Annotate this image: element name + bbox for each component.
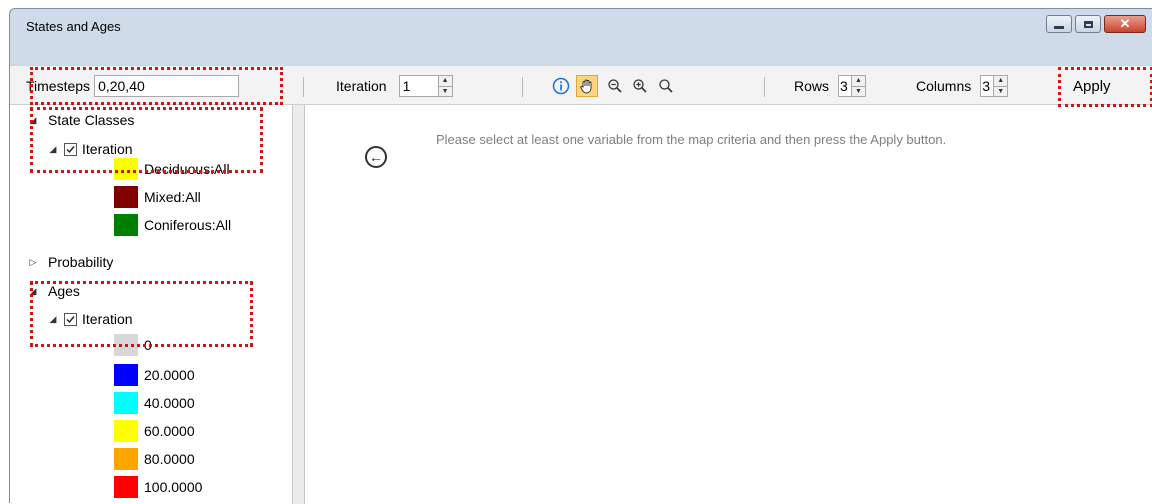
- rows-spinner[interactable]: ▲ ▼: [852, 75, 867, 97]
- window-controls: ✕: [1046, 15, 1146, 33]
- color-swatch: [114, 186, 138, 208]
- color-swatch: [114, 334, 138, 356]
- spin-down-icon[interactable]: ▼: [439, 87, 452, 97]
- tree-node-label: Probability: [48, 254, 114, 270]
- checkbox-checked-icon[interactable]: [64, 142, 77, 156]
- legend-label: Deciduous:All: [144, 161, 230, 177]
- tree-node-state-iteration[interactable]: ◢ Iteration: [46, 138, 133, 160]
- rows-input[interactable]: [838, 75, 853, 97]
- color-swatch: [114, 158, 138, 180]
- tree-node-state-classes[interactable]: ◢ State Classes: [26, 109, 135, 131]
- iteration-label: Iteration: [336, 78, 387, 94]
- tree-node-label: State Classes: [48, 112, 135, 128]
- color-swatch: [114, 476, 138, 498]
- back-arrow-icon: ←: [365, 146, 387, 168]
- tree-node-ages-iteration[interactable]: ◢ Iteration: [46, 308, 133, 330]
- tree-node-label: Iteration: [82, 311, 133, 327]
- legend-label: 40.0000: [144, 395, 195, 411]
- minimize-icon: [1047, 16, 1071, 32]
- window-title: States and Ages: [26, 19, 121, 34]
- tree-node-probability[interactable]: ▷ Probability: [26, 251, 114, 273]
- columns-group: Columns ▲▼: [916, 66, 1009, 106]
- spin-up-icon[interactable]: ▲: [852, 76, 866, 87]
- legend-item: Coniferous:All: [114, 214, 231, 236]
- spin-down-icon[interactable]: ▼: [852, 87, 865, 97]
- color-swatch: [114, 364, 138, 386]
- spin-down-icon[interactable]: ▼: [994, 87, 1007, 97]
- timesteps-input[interactable]: [94, 75, 240, 97]
- map-display-area: ← Please select at least one variable fr…: [305, 105, 1152, 504]
- apply-label: Apply: [1073, 77, 1111, 95]
- expanded-triangle-icon[interactable]: ◢: [26, 115, 40, 126]
- legend-label: 60.0000: [144, 423, 195, 439]
- columns-label: Columns: [916, 78, 972, 94]
- legend-label: Coniferous:All: [144, 217, 232, 233]
- toolbar-separator: [522, 77, 523, 97]
- zoom-out-icon[interactable]: [604, 75, 626, 97]
- legend-item: 40.0000: [114, 392, 195, 414]
- toolbar-separator: [764, 77, 765, 97]
- expanded-triangle-icon[interactable]: ◢: [46, 314, 60, 325]
- states-and-ages-window: States and Ages ✕ Timesteps Iteration ▲▼: [9, 8, 1152, 504]
- empty-state-message: Please select at least one variable from…: [436, 132, 947, 147]
- spin-up-icon[interactable]: ▲: [438, 76, 452, 87]
- iteration-group: Iteration ▲▼: [336, 66, 453, 106]
- close-button[interactable]: ✕: [1104, 15, 1146, 33]
- iteration-spinner[interactable]: ▲ ▼: [438, 75, 453, 97]
- tree-node-label: Ages: [48, 283, 80, 299]
- info-icon[interactable]: [550, 75, 572, 97]
- rows-label: Rows: [794, 78, 830, 94]
- map-criteria-tree: ◢ State Classes ◢ Iteration Deciduous:Al…: [10, 105, 293, 504]
- checkbox-checked-icon[interactable]: [64, 312, 77, 326]
- legend-item: Deciduous:All: [114, 158, 230, 180]
- zoom-extent-icon[interactable]: [655, 75, 677, 97]
- toolbar-separator: [303, 77, 304, 97]
- legend-label: 0: [144, 337, 152, 353]
- legend-label: 20.0000: [144, 367, 195, 383]
- legend-item: 100.0000: [114, 476, 202, 498]
- columns-spinner[interactable]: ▲ ▼: [994, 75, 1009, 97]
- apply-button[interactable]: Apply: [1073, 66, 1111, 106]
- tree-node-ages[interactable]: ◢ Ages: [26, 280, 80, 302]
- spin-up-icon[interactable]: ▲: [994, 76, 1008, 87]
- color-swatch: [114, 420, 138, 442]
- maximize-icon: [1076, 16, 1100, 32]
- zoom-in-icon[interactable]: [629, 75, 651, 97]
- legend-label: 80.0000: [144, 451, 195, 467]
- columns-input[interactable]: [980, 75, 995, 97]
- color-swatch: [114, 214, 138, 236]
- iteration-input[interactable]: [398, 75, 439, 97]
- timesteps-group: Timesteps: [26, 66, 240, 106]
- pan-hand-icon[interactable]: [576, 75, 598, 97]
- minimize-button[interactable]: [1046, 15, 1072, 33]
- legend-label: 100.0000: [144, 479, 203, 495]
- color-swatch: [114, 448, 138, 470]
- legend-item: 80.0000: [114, 448, 195, 470]
- expanded-triangle-icon[interactable]: ◢: [46, 144, 60, 155]
- legend-item: Mixed:All: [114, 186, 201, 208]
- tree-node-label: Iteration: [82, 141, 133, 157]
- collapsed-triangle-icon[interactable]: ▷: [26, 257, 40, 268]
- maximize-button[interactable]: [1075, 15, 1101, 33]
- expanded-triangle-icon[interactable]: ◢: [26, 286, 40, 297]
- legend-item: 20.0000: [114, 364, 195, 386]
- legend-item: 60.0000: [114, 420, 195, 442]
- toolbar: Timesteps Iteration ▲▼ Rows ▲▼: [10, 65, 1152, 105]
- timesteps-label: Timesteps: [26, 78, 91, 94]
- color-swatch: [114, 392, 138, 414]
- legend-label: Mixed:All: [144, 189, 201, 205]
- tree-scrollbar[interactable]: [293, 105, 305, 504]
- legend-item: 0: [114, 334, 152, 356]
- close-icon: ✕: [1119, 16, 1131, 31]
- rows-group: Rows ▲▼: [794, 66, 867, 106]
